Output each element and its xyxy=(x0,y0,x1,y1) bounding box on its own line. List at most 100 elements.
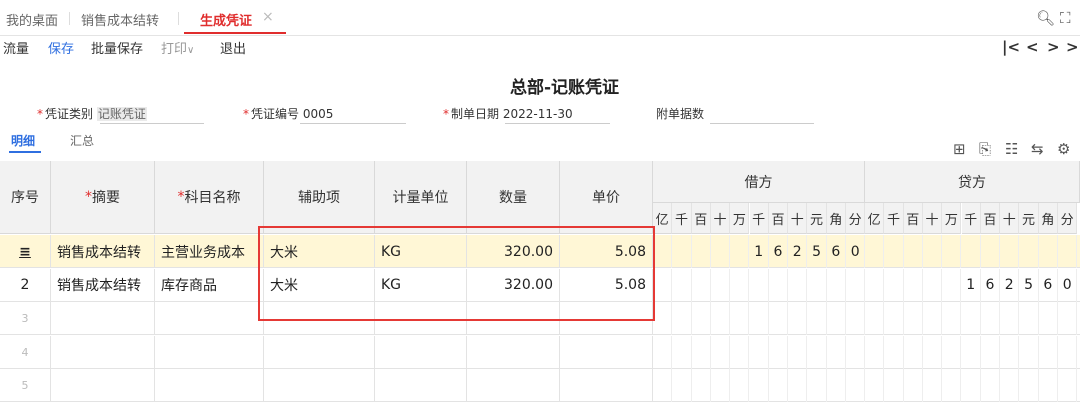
debit-amount-digit[interactable] xyxy=(692,369,711,402)
cell-account[interactable]: 库存商品 xyxy=(155,268,264,302)
debit-amount-digit[interactable]: 6 xyxy=(827,235,846,268)
credit-amount-digit[interactable] xyxy=(1019,369,1039,402)
copy-icon[interactable]: ⎘ xyxy=(979,140,991,158)
cell-summary[interactable] xyxy=(51,369,155,402)
prev-page-icon[interactable]: < xyxy=(1026,38,1039,56)
debit-amount-digit[interactable]: 5 xyxy=(807,235,827,268)
debit-amount-digit[interactable] xyxy=(711,369,731,402)
credit-amount-digit[interactable] xyxy=(884,235,904,268)
debit-amount-digit[interactable] xyxy=(711,335,731,369)
debit-amount-digit[interactable] xyxy=(730,268,750,302)
next-page-icon[interactable]: > xyxy=(1047,38,1060,56)
debit-amount-digit[interactable] xyxy=(750,302,769,335)
debit-amount-digit[interactable] xyxy=(827,302,846,335)
flow-button[interactable]: 流量 xyxy=(3,38,29,57)
save-button[interactable]: 保存 xyxy=(48,38,74,57)
debit-amount-digit[interactable] xyxy=(846,268,866,302)
debit-amount-digit[interactable] xyxy=(692,335,711,369)
debit-amount-digit[interactable] xyxy=(807,302,827,335)
split-icon[interactable]: ☷ xyxy=(1005,140,1018,158)
debit-amount-digit[interactable] xyxy=(730,302,750,335)
debit-amount-digit[interactable] xyxy=(788,335,808,369)
search-icon[interactable]: 🔍︎ xyxy=(1036,9,1055,27)
debit-amount-digit[interactable]: 6 xyxy=(769,235,789,268)
credit-amount-digit[interactable] xyxy=(865,335,885,369)
debit-amount-digit[interactable] xyxy=(750,335,769,369)
credit-amount-digit[interactable] xyxy=(1039,369,1058,402)
swap-icon[interactable]: ⇆ xyxy=(1031,140,1044,158)
credit-amount-digit[interactable] xyxy=(981,369,1001,402)
debit-amount-digit[interactable] xyxy=(788,302,808,335)
credit-amount-digit[interactable] xyxy=(923,369,943,402)
cell-unit[interactable] xyxy=(375,335,467,369)
credit-amount-digit[interactable]: 2 xyxy=(1000,268,1020,302)
credit-amount-digit[interactable] xyxy=(981,335,1001,369)
credit-amount-digit[interactable] xyxy=(942,302,962,335)
debit-amount-digit[interactable]: 0 xyxy=(846,235,866,268)
credit-amount-digit[interactable] xyxy=(1000,235,1020,268)
credit-amount-digit[interactable] xyxy=(865,369,885,402)
debit-amount-digit[interactable] xyxy=(672,335,692,369)
credit-amount-digit[interactable] xyxy=(923,302,943,335)
credit-amount-digit[interactable] xyxy=(962,335,981,369)
debit-amount-digit[interactable] xyxy=(672,268,692,302)
tab-summary[interactable]: 汇总 xyxy=(70,132,94,149)
credit-amount-digit[interactable]: 1 xyxy=(962,268,981,302)
debit-amount-digit[interactable] xyxy=(750,268,769,302)
cell-unit[interactable] xyxy=(375,369,467,402)
voucher-no-field[interactable]: * 凭证编号 0005 xyxy=(243,105,333,122)
insert-row-icon[interactable]: ⊞ xyxy=(953,140,966,158)
credit-amount-digit[interactable] xyxy=(884,302,904,335)
credit-amount-digit[interactable] xyxy=(1039,302,1058,335)
debit-amount-digit[interactable] xyxy=(672,369,692,402)
credit-amount-digit[interactable] xyxy=(865,302,885,335)
debit-amount-digit[interactable] xyxy=(827,335,846,369)
cell-price[interactable] xyxy=(560,369,653,402)
print-button[interactable]: 打印∨ xyxy=(161,38,194,57)
debit-amount-digit[interactable] xyxy=(730,235,750,268)
credit-amount-digit[interactable] xyxy=(1000,335,1020,369)
debit-amount-digit[interactable] xyxy=(711,268,731,302)
credit-amount-digit[interactable] xyxy=(923,335,943,369)
debit-amount-digit[interactable] xyxy=(750,369,769,402)
close-icon[interactable]: × xyxy=(262,9,274,25)
debit-amount-digit[interactable] xyxy=(711,235,731,268)
cell-account[interactable] xyxy=(155,369,264,402)
credit-amount-digit[interactable] xyxy=(884,268,904,302)
cell-summary[interactable] xyxy=(51,335,155,369)
credit-amount-digit[interactable] xyxy=(904,235,923,268)
fullscreen-icon[interactable]: ⛶ xyxy=(1060,9,1071,27)
credit-amount-digit[interactable] xyxy=(962,235,981,268)
credit-amount-digit[interactable] xyxy=(1039,235,1058,268)
debit-amount-digit[interactable] xyxy=(672,235,692,268)
credit-amount-digit[interactable] xyxy=(865,235,885,268)
debit-amount-digit[interactable] xyxy=(769,302,789,335)
debit-amount-digit[interactable] xyxy=(711,302,731,335)
debit-amount-digit[interactable] xyxy=(769,369,789,402)
credit-amount-digit[interactable] xyxy=(1019,335,1039,369)
cell-price[interactable] xyxy=(560,335,653,369)
cell-account[interactable]: 主营业务成本 xyxy=(155,235,264,268)
cell-summary[interactable] xyxy=(51,302,155,335)
credit-amount-digit[interactable]: 5 xyxy=(1019,268,1039,302)
debit-amount-digit[interactable] xyxy=(692,302,711,335)
credit-amount-digit[interactable] xyxy=(904,335,923,369)
credit-amount-digit[interactable] xyxy=(904,302,923,335)
debit-amount-digit[interactable] xyxy=(807,369,827,402)
debit-amount-digit[interactable]: 1 xyxy=(750,235,769,268)
debit-amount-digit[interactable] xyxy=(827,268,846,302)
date-field[interactable]: * 制单日期 2022-11-30 xyxy=(443,105,573,122)
batch-save-button[interactable]: 批量保存 xyxy=(91,38,143,57)
cell-summary[interactable]: 销售成本结转 xyxy=(51,268,155,302)
cell-account[interactable] xyxy=(155,335,264,369)
credit-amount-digit[interactable] xyxy=(962,369,981,402)
credit-amount-digit[interactable] xyxy=(1019,302,1039,335)
last-page-icon[interactable]: >| xyxy=(1066,38,1080,56)
credit-amount-digit[interactable] xyxy=(1000,369,1020,402)
credit-amount-digit[interactable] xyxy=(904,369,923,402)
voucher-type-field[interactable]: * 凭证类别 记账凭证 xyxy=(37,105,147,122)
credit-amount-digit[interactable] xyxy=(884,369,904,402)
debit-amount-digit[interactable] xyxy=(788,369,808,402)
tab-generate-voucher[interactable]: 生成凭证 xyxy=(200,10,252,29)
tab-detail[interactable]: 明细 xyxy=(11,132,35,149)
